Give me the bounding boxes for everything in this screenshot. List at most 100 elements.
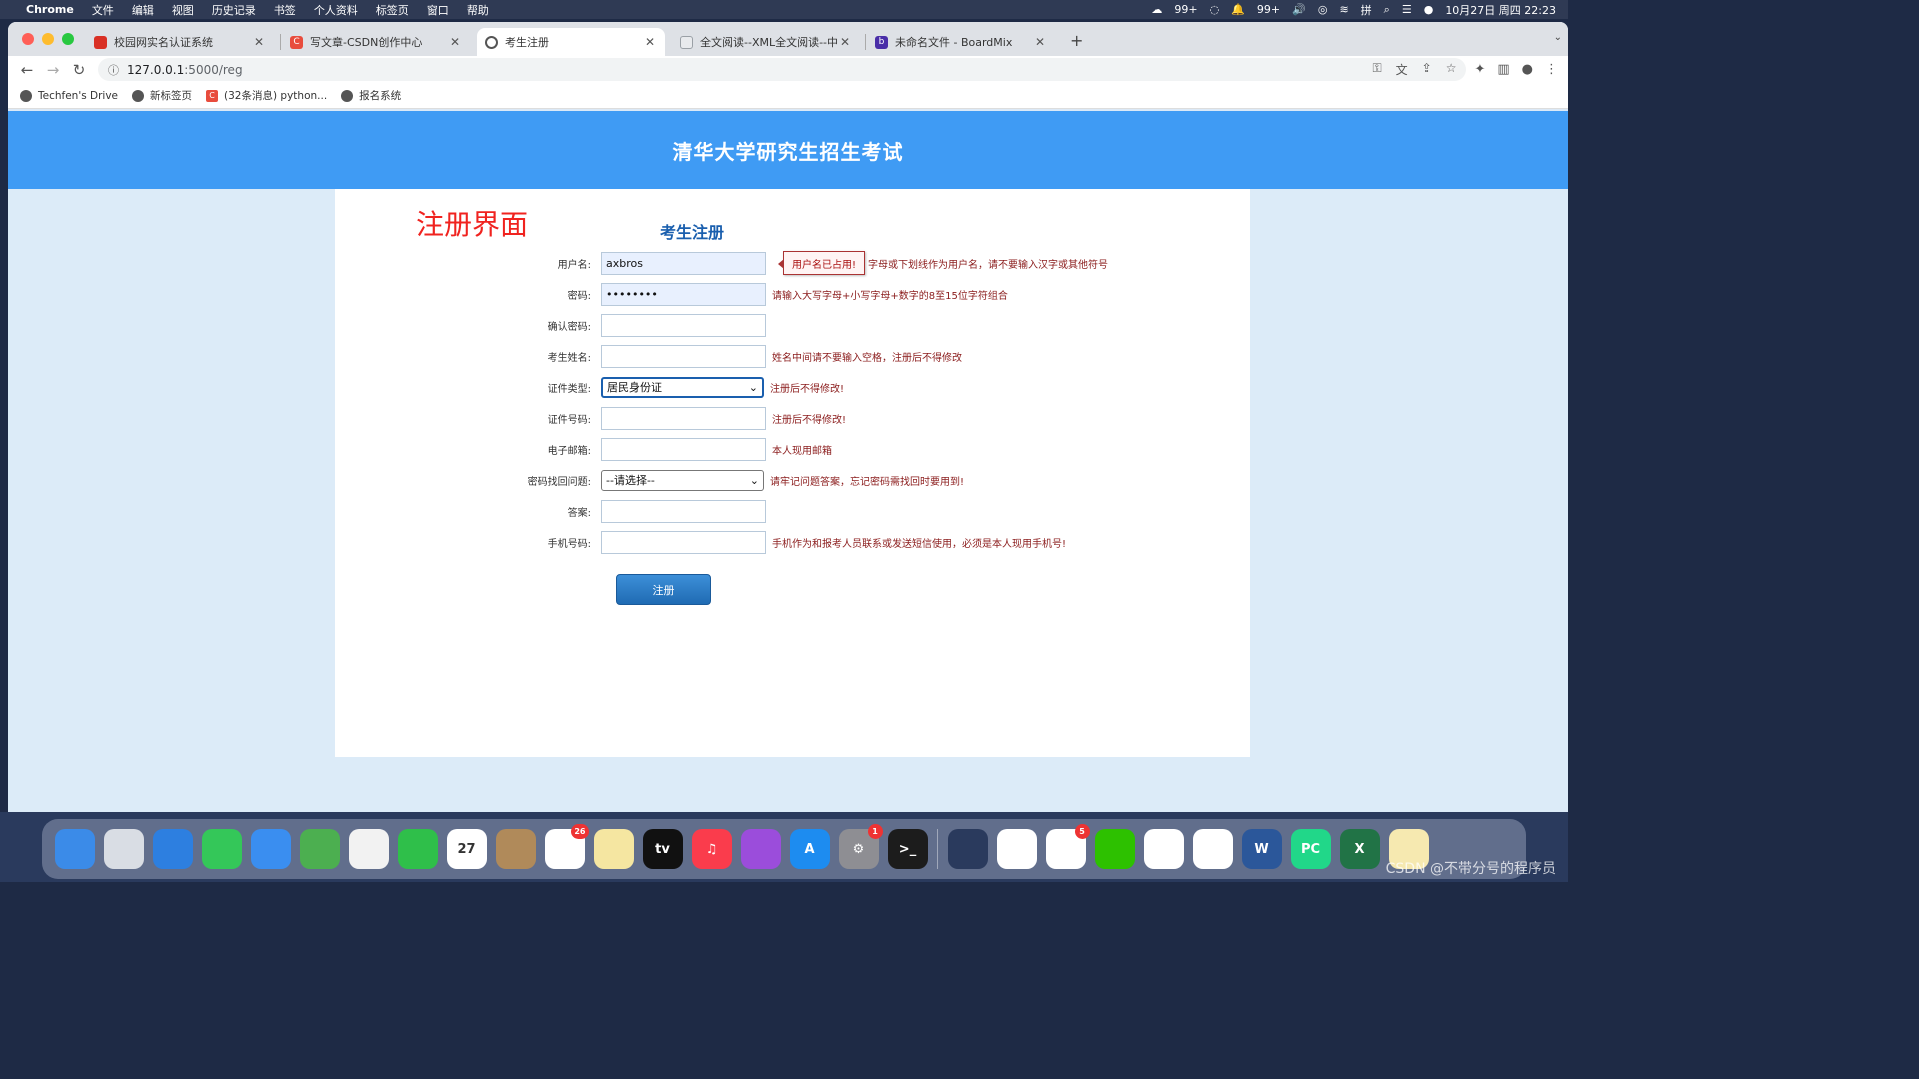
tab-search-chevron-icon[interactable]: ⌄	[1554, 32, 1562, 43]
lark-icon[interactable]	[996, 829, 1037, 869]
menu-history[interactable]: 历史记录	[212, 2, 256, 18]
share-icon[interactable]: ⇪	[1422, 61, 1432, 78]
dock-icon-glyph: PC	[1300, 841, 1321, 857]
wechat-status-icon[interactable]: ☁	[1151, 3, 1162, 16]
forward-arrow-icon[interactable]: →	[40, 61, 66, 79]
close-window-button[interactable]	[22, 33, 34, 45]
tab-campus-auth[interactable]: 校园网实名认证系统 ✕	[86, 28, 274, 56]
id-type-select[interactable]: 居民身份证 ⌄	[601, 376, 764, 398]
input-method-icon[interactable]: 拼	[1361, 2, 1372, 18]
pycharm-icon[interactable]: PC	[1290, 829, 1331, 869]
reminders-icon[interactable]: 26	[544, 824, 589, 869]
back-arrow-icon[interactable]: ←	[14, 61, 40, 79]
bell-icon[interactable]: 🔔	[1231, 3, 1245, 16]
profile-avatar-icon[interactable]: ●	[1522, 62, 1533, 77]
finder-icon[interactable]	[54, 829, 95, 869]
bookmark-star-icon[interactable]: ☆	[1446, 61, 1457, 78]
volume-icon[interactable]: 🔊	[1292, 3, 1306, 16]
email-input[interactable]	[601, 437, 766, 461]
id-number-input[interactable]	[601, 406, 766, 430]
menu-file[interactable]: 文件	[92, 2, 114, 18]
menu-app-name[interactable]: Chrome	[26, 3, 74, 16]
spotlight-search-icon[interactable]: ⌕	[1384, 3, 1390, 17]
excel-icon[interactable]: X	[1339, 829, 1380, 869]
new-tab-plus-icon[interactable]: +	[1070, 31, 1083, 50]
reload-icon[interactable]: ↻	[66, 61, 92, 79]
document-favicon-icon	[680, 35, 693, 49]
messages-icon[interactable]	[201, 829, 242, 869]
extensions-puzzle-icon[interactable]: ✦	[1474, 62, 1485, 77]
terminal-icon[interactable]: >_	[887, 829, 928, 869]
menu-edit[interactable]: 编辑	[132, 2, 154, 18]
apple-tv-icon[interactable]: tv	[642, 829, 683, 869]
csdn-icon: C	[206, 89, 219, 102]
menu-profiles[interactable]: 个人资料	[314, 2, 358, 18]
tab-boardmix[interactable]: b 未命名文件 - BoardMix ✕	[867, 28, 1055, 56]
photos-icon[interactable]	[348, 829, 389, 869]
page-content: 清华大学研究生招生考试 注册界面 考生注册 用户名: axbros 、字母或下划…	[8, 111, 1568, 812]
podcasts-icon[interactable]	[740, 829, 781, 869]
wifi-icon[interactable]: ≋	[1339, 3, 1348, 16]
app-store-icon[interactable]: A	[789, 829, 830, 869]
siri-icon[interactable]: ●	[1424, 3, 1434, 16]
side-panel-icon[interactable]: ▥	[1497, 62, 1509, 77]
tab-close-icon[interactable]: ✕	[838, 35, 852, 49]
name-input[interactable]	[601, 344, 766, 368]
bookmark-techfen-drive[interactable]: Techfen's Drive	[20, 89, 118, 102]
qq-browser-icon[interactable]	[1192, 829, 1233, 869]
register-button[interactable]: 注册	[616, 574, 711, 605]
word-icon[interactable]: W	[1241, 829, 1282, 869]
wechat-icon[interactable]	[1094, 829, 1135, 869]
menu-tabs[interactable]: 标签页	[376, 2, 409, 18]
confirm-password-input[interactable]	[601, 313, 766, 337]
field-security-question: 密码找回问题: --请选择-- ⌄ 请牢记问题答案，忘记密码需找回时要用到!	[505, 468, 964, 492]
field-name: 考生姓名: 姓名中间请不要输入空格，注册后不得修改	[505, 344, 962, 368]
mail-icon[interactable]	[250, 829, 291, 869]
tab-close-icon[interactable]: ✕	[1033, 35, 1047, 49]
calendar-icon[interactable]: 27	[446, 829, 487, 869]
clock[interactable]: 10月27日 周四 22:23	[1445, 2, 1556, 18]
tab-cnki-reader[interactable]: 全文阅读--XML全文阅读--中国知 ✕	[672, 28, 860, 56]
tab-csdn-editor[interactable]: C 写文章-CSDN创作中心 ✕	[282, 28, 470, 56]
more-menu-icon[interactable]: ⋮	[1545, 62, 1558, 77]
wechat-count: 99+	[1174, 3, 1198, 16]
maps-icon[interactable]	[299, 829, 340, 869]
tab-close-icon[interactable]: ✕	[252, 35, 266, 49]
address-bar[interactable]: ⓘ 127.0.0.1:5000/reg ⚿ 文 ⇪ ☆	[98, 58, 1467, 81]
bookmark-registration-system[interactable]: 报名系统	[341, 88, 401, 103]
zoom-window-button[interactable]	[62, 33, 74, 45]
menu-view[interactable]: 视图	[172, 2, 194, 18]
key-icon[interactable]: ⚿	[1372, 61, 1381, 78]
app-store-cn-icon[interactable]: 5	[1045, 824, 1090, 869]
csdn-favicon-icon: C	[290, 35, 303, 49]
security-question-select[interactable]: --请选择-- ⌄	[601, 469, 764, 491]
notes-icon[interactable]	[593, 829, 634, 869]
facetime-icon[interactable]	[397, 829, 438, 869]
bookmark-label: 报名系统	[359, 90, 402, 102]
chrome-icon[interactable]	[1143, 829, 1184, 869]
username-input[interactable]: axbros	[601, 251, 766, 275]
password-input[interactable]: ••••••••	[601, 282, 766, 306]
user-status-icon[interactable]: ◎	[1318, 3, 1328, 16]
system-settings-icon[interactable]: ⚙ 1	[838, 824, 883, 869]
chat-status-icon[interactable]: ◌	[1210, 3, 1220, 16]
safari-icon[interactable]	[152, 829, 193, 869]
answer-input[interactable]	[601, 499, 766, 523]
music-icon[interactable]: ♫	[691, 829, 732, 869]
phone-input[interactable]	[601, 530, 766, 554]
contacts-icon[interactable]	[495, 829, 536, 869]
menu-help[interactable]: 帮助	[467, 2, 489, 18]
menu-bookmarks[interactable]: 书签	[274, 2, 296, 18]
qq-icon[interactable]	[947, 829, 988, 869]
tab-close-icon[interactable]: ✕	[643, 35, 657, 49]
control-center-icon[interactable]: ☰	[1402, 3, 1412, 16]
menu-window[interactable]: 窗口	[427, 2, 449, 18]
minimize-window-button[interactable]	[42, 33, 54, 45]
bookmark-csdn-python[interactable]: C (32条消息) python...	[206, 88, 327, 103]
translate-icon[interactable]: 文	[1396, 61, 1408, 78]
bookmark-new-tab[interactable]: 新标签页	[132, 88, 192, 103]
tab-registration[interactable]: 考生注册 ✕	[477, 28, 665, 56]
launchpad-icon[interactable]	[103, 829, 144, 869]
site-info-icon[interactable]: ⓘ	[108, 62, 119, 78]
tab-close-icon[interactable]: ✕	[448, 35, 462, 49]
